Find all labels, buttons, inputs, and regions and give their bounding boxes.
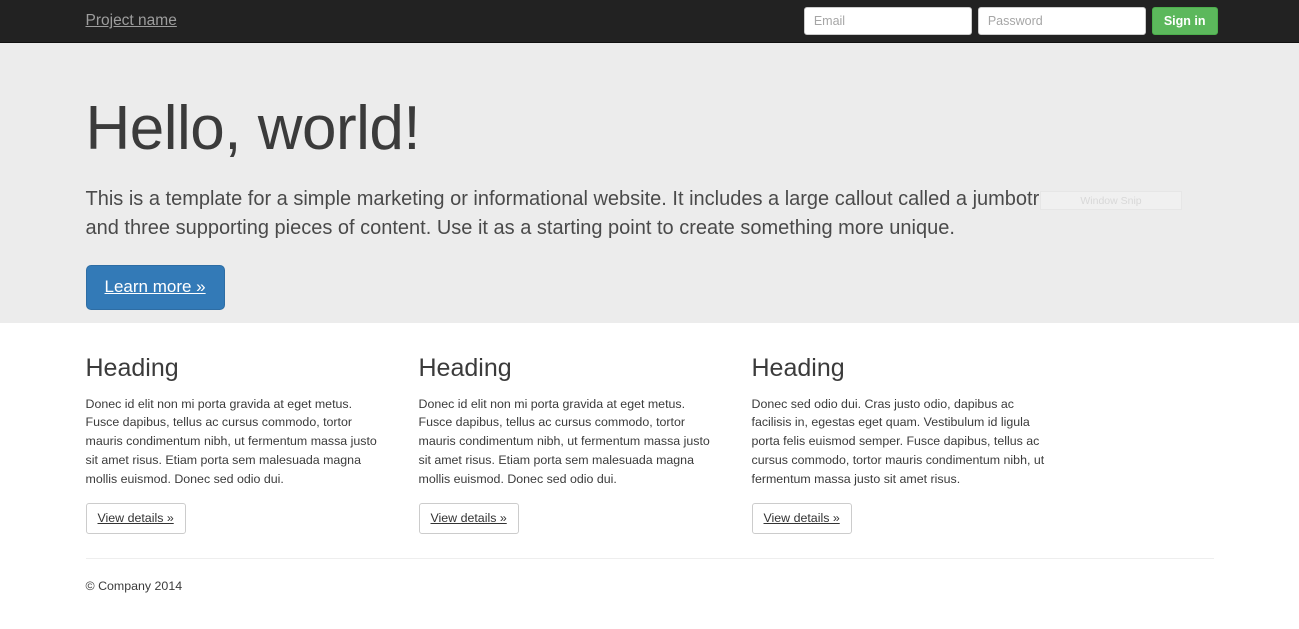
content-container: Heading Donec id elit non mi porta gravi… bbox=[80, 323, 1220, 596]
top-navbar: Project name Sign in bbox=[0, 0, 1299, 43]
feature-columns: Heading Donec id elit non mi porta gravi… bbox=[85, 323, 1214, 535]
column-text: Donec id elit non mi porta gravida at eg… bbox=[418, 396, 710, 486]
feature-column-3: Heading Donec sed odio dui. Cras justo o… bbox=[751, 354, 1085, 535]
window-snip-label: Window Snip bbox=[1080, 194, 1142, 207]
copyright-text: © Company 2014 bbox=[85, 579, 183, 594]
page-title: Hello, world! bbox=[85, 94, 421, 163]
jumbotron-container: Hello, world! This is a template for a s… bbox=[80, 43, 1220, 310]
signin-form: Sign in bbox=[803, 7, 1220, 35]
column-heading: Heading bbox=[751, 354, 845, 382]
feature-column-2: Heading Donec id elit non mi porta gravi… bbox=[418, 354, 752, 535]
navbar-inner: Project name Sign in bbox=[80, 0, 1220, 42]
footer: © Company 2014 bbox=[85, 534, 1214, 596]
column-text: Donec sed odio dui. Cras justo odio, dap… bbox=[751, 396, 1045, 486]
column-heading: Heading bbox=[418, 354, 512, 382]
view-details-button[interactable]: View details » bbox=[85, 502, 186, 535]
jumbotron: Hello, world! This is a template for a s… bbox=[0, 43, 1299, 323]
brand-link[interactable]: Project name bbox=[80, 0, 177, 42]
password-input[interactable] bbox=[977, 7, 1146, 35]
email-input[interactable] bbox=[803, 7, 972, 35]
feature-column-1: Heading Donec id elit non mi porta gravi… bbox=[85, 354, 419, 535]
signin-button[interactable]: Sign in bbox=[1151, 7, 1218, 35]
view-details-button[interactable]: View details » bbox=[751, 502, 852, 535]
jumbotron-description: This is a template for a simple marketin… bbox=[85, 188, 1062, 240]
window-snip-overlay[interactable]: Window Snip bbox=[1040, 191, 1182, 210]
learn-more-button[interactable]: Learn more » bbox=[85, 265, 225, 310]
column-text: Donec id elit non mi porta gravida at eg… bbox=[85, 396, 377, 486]
column-heading: Heading bbox=[85, 354, 179, 382]
view-details-button[interactable]: View details » bbox=[418, 502, 519, 535]
